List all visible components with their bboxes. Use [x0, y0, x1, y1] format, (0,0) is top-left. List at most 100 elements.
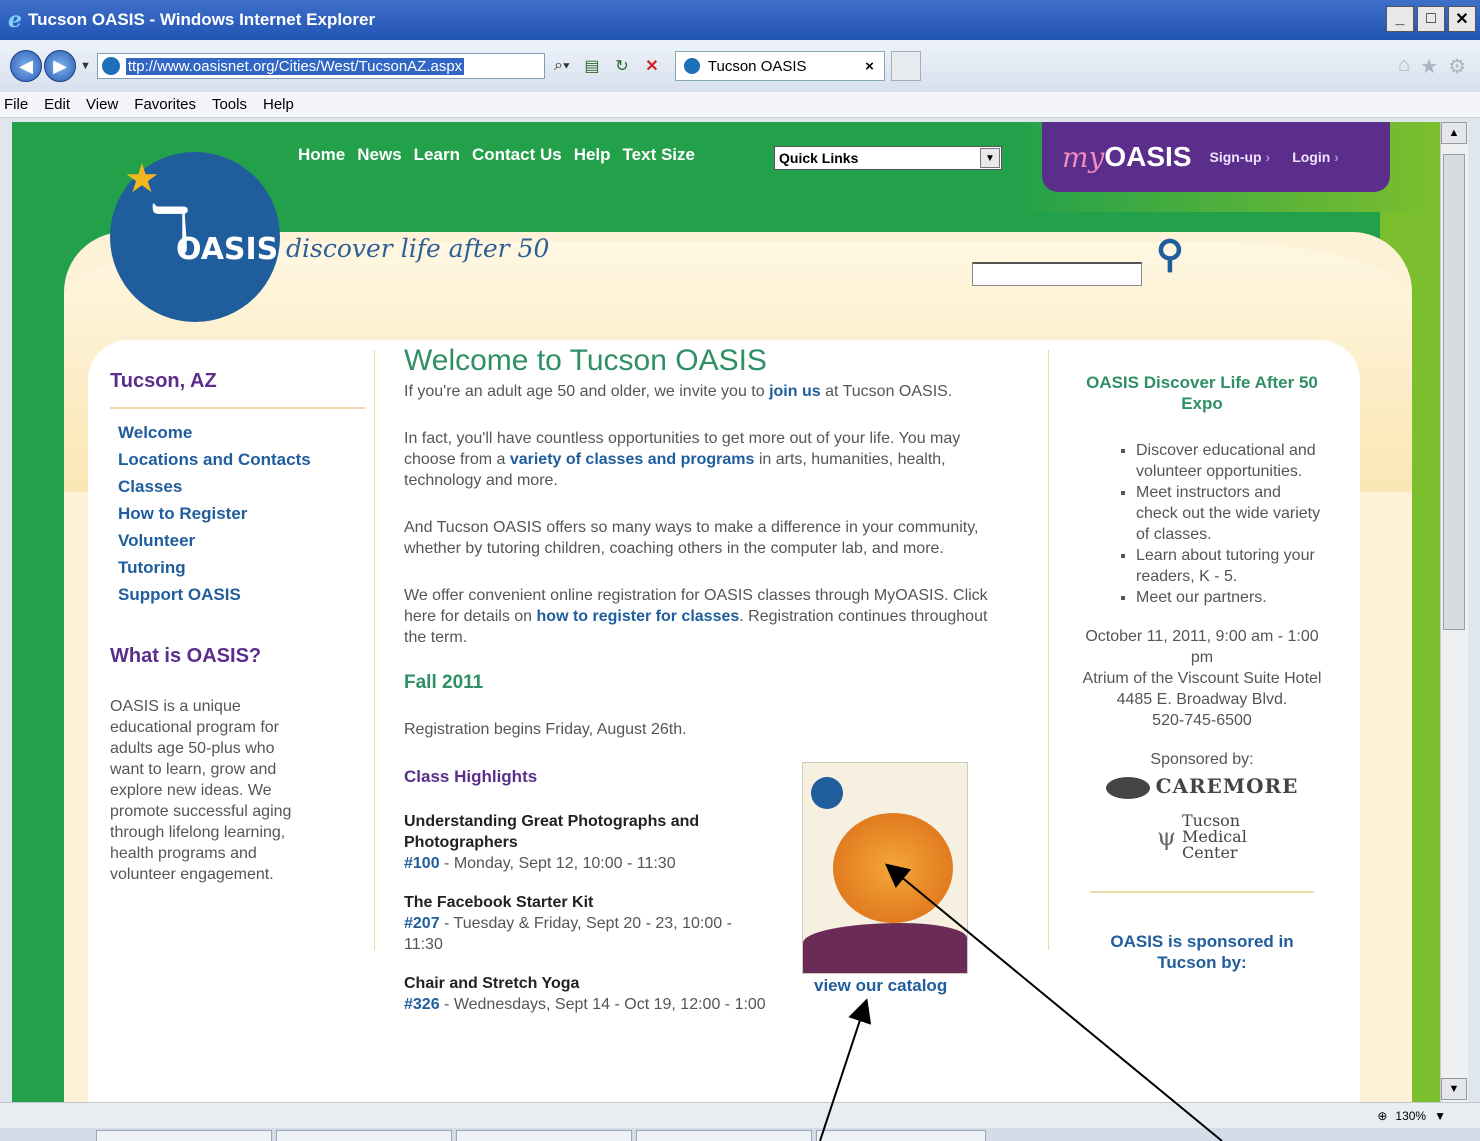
taskbar-button[interactable]: [456, 1130, 632, 1141]
what-is-oasis-text: OASIS is a unique educational program fo…: [110, 698, 292, 883]
tab-close-icon[interactable]: ×: [865, 58, 874, 75]
sidebar-item-volunteer[interactable]: Volunteer: [118, 531, 195, 550]
site-search-input[interactable]: [972, 262, 1142, 286]
course-item: Chair and Stretch Yoga #326 - Wednesdays…: [404, 973, 844, 1015]
chevron-down-icon[interactable]: ▼: [980, 148, 1000, 168]
gear-icon[interactable]: ⚙: [1448, 54, 1466, 79]
search-icon[interactable]: ⚲: [1156, 232, 1184, 277]
sidebar-item-tutoring[interactable]: Tutoring: [118, 558, 186, 577]
nav-learn[interactable]: Learn: [414, 145, 460, 165]
taskbar-button[interactable]: [816, 1130, 986, 1141]
course-number-link[interactable]: #326: [404, 996, 440, 1013]
menu-file[interactable]: File: [4, 96, 28, 113]
registration-text: Registration begins Friday, August 26th.: [404, 721, 687, 738]
taskbar-button[interactable]: [96, 1130, 272, 1141]
list-item: Meet our partners.: [1136, 587, 1322, 608]
menu-favorites[interactable]: Favorites: [134, 96, 196, 113]
compat-view-icon[interactable]: ▤: [579, 53, 605, 79]
menu-view[interactable]: View: [86, 96, 118, 113]
login-link[interactable]: Login: [1292, 149, 1339, 165]
page-title: Welcome to Tucson OASIS: [404, 344, 767, 377]
myoasis-oasis: OASIS: [1104, 141, 1192, 172]
tab-favicon-icon: [683, 58, 700, 74]
window-controls: _ □ ✕: [1386, 6, 1476, 32]
sidebar-item-locations[interactable]: Locations and Contacts: [118, 450, 311, 469]
scroll-thumb[interactable]: [1443, 154, 1465, 630]
tab-tucson-oasis[interactable]: Tucson OASIS ×: [674, 51, 885, 81]
nav-text-size[interactable]: Text Size: [623, 145, 695, 165]
zoom-dropdown-icon[interactable]: ▼: [1434, 1109, 1446, 1123]
taskbar-button[interactable]: [636, 1130, 812, 1141]
taskbar-button[interactable]: [276, 1130, 452, 1141]
site-tagline: discover life after 50: [286, 234, 550, 263]
browser-right-icons: ⌂ ★ ⚙: [1398, 54, 1466, 79]
menu-edit[interactable]: Edit: [44, 96, 70, 113]
scroll-down-icon[interactable]: ▼: [1441, 1078, 1467, 1100]
sidebar-item-welcome[interactable]: Welcome: [118, 423, 192, 442]
status-bar: ⊕ 130% ▼: [0, 1102, 1480, 1128]
vertical-scrollbar[interactable]: ▲ ▼: [1440, 122, 1468, 1102]
cactus-icon: ψ: [1157, 822, 1176, 851]
favorites-star-icon[interactable]: ★: [1420, 54, 1438, 79]
nav-contact-us[interactable]: Contact Us: [472, 145, 562, 165]
forward-arrow-icon: ▶: [53, 55, 67, 76]
expo-bullets: Discover educational and volunteer oppor…: [1082, 440, 1322, 608]
intro-paragraph-1: If you're an adult age 50 and older, we …: [404, 381, 1008, 402]
expo-heading: OASIS Discover Life After 50 Expo: [1086, 373, 1318, 413]
nav-home[interactable]: Home: [298, 145, 345, 165]
quick-links-value: Quick Links: [779, 150, 859, 166]
course-schedule: - Wednesdays, Sept 14 - Oct 19, 12:00 - …: [439, 996, 766, 1013]
sidebar-item-how-to-register[interactable]: How to Register: [118, 504, 247, 523]
myoasis-my: my: [1062, 140, 1105, 174]
quick-links-select[interactable]: Quick Links ▼: [774, 146, 1002, 170]
nav-news[interactable]: News: [357, 145, 401, 165]
history-dropdown-icon[interactable]: ▼: [80, 60, 91, 72]
home-icon[interactable]: ⌂: [1398, 54, 1410, 79]
catalog-cover-image[interactable]: [802, 762, 968, 974]
menu-bar: File Edit View Favorites Tools Help: [0, 92, 1480, 118]
stop-icon[interactable]: ✕: [639, 53, 665, 79]
caremore-logo[interactable]: CAREMORE: [1082, 776, 1322, 799]
address-field[interactable]: ttp://www.oasisnet.org/Cities/West/Tucso…: [96, 53, 545, 79]
scroll-up-icon[interactable]: ▲: [1441, 122, 1467, 144]
forward-button[interactable]: ▶: [44, 50, 76, 82]
signup-link[interactable]: Sign-up: [1210, 149, 1271, 165]
sidebar-item-classes[interactable]: Classes: [118, 477, 182, 496]
course-number-link[interactable]: #207: [404, 915, 440, 932]
search-dropdown-icon[interactable]: ⌕▾: [549, 53, 575, 79]
join-us-link[interactable]: join us: [769, 383, 821, 400]
menu-tools[interactable]: Tools: [212, 96, 247, 113]
tucson-medical-center-logo[interactable]: ψ Tucson Medical Center: [1082, 812, 1322, 861]
ie-logo-icon: e: [8, 7, 22, 33]
minimize-button[interactable]: _: [1386, 6, 1414, 32]
hill-illustration: [803, 923, 967, 973]
refresh-icon[interactable]: ↻: [609, 53, 635, 79]
view-catalog-link[interactable]: view our catalog: [814, 976, 947, 996]
site-favicon-icon: [101, 57, 120, 75]
classes-programs-link[interactable]: variety of classes and programs: [510, 451, 755, 468]
course-schedule: - Monday, Sept 12, 10:00 - 11:30: [439, 855, 676, 872]
course-number-link[interactable]: #100: [404, 855, 440, 872]
menu-help[interactable]: Help: [263, 96, 294, 113]
left-column-divider: [374, 350, 375, 950]
sidebar-divider: [110, 407, 365, 409]
list-item: Meet instructors and check out the wide …: [1136, 482, 1322, 545]
fall-heading: Fall 2011: [404, 672, 484, 693]
maximize-button[interactable]: □: [1417, 6, 1445, 32]
close-button[interactable]: ✕: [1448, 6, 1476, 32]
p1-text-b: at Tucson OASIS.: [820, 383, 953, 400]
zoom-level[interactable]: 130%: [1395, 1109, 1426, 1123]
register-classes-link[interactable]: how to register for classes: [537, 608, 740, 625]
course-title: Chair and Stretch Yoga: [404, 975, 580, 992]
right-sidebar: OASIS Discover Life After 50 Expo Discov…: [1082, 372, 1322, 973]
nav-help[interactable]: Help: [574, 145, 611, 165]
sidebar-item-support[interactable]: Support OASIS: [118, 585, 241, 604]
address-toolbar: ◀ ▶ ▼ ttp://www.oasisnet.org/Cities/West…: [0, 40, 1480, 92]
course-schedule: - Tuesday & Friday, Sept 20 - 23, 10:00 …: [404, 915, 732, 953]
back-button[interactable]: ◀: [10, 50, 42, 82]
taskbar: [0, 1128, 1480, 1141]
expo-phone: 520-745-6500: [1152, 712, 1252, 729]
address-url: ttp://www.oasisnet.org/Cities/West/Tucso…: [125, 57, 465, 75]
zoom-icon: ⊕: [1377, 1108, 1388, 1123]
new-tab-button[interactable]: [890, 51, 921, 81]
